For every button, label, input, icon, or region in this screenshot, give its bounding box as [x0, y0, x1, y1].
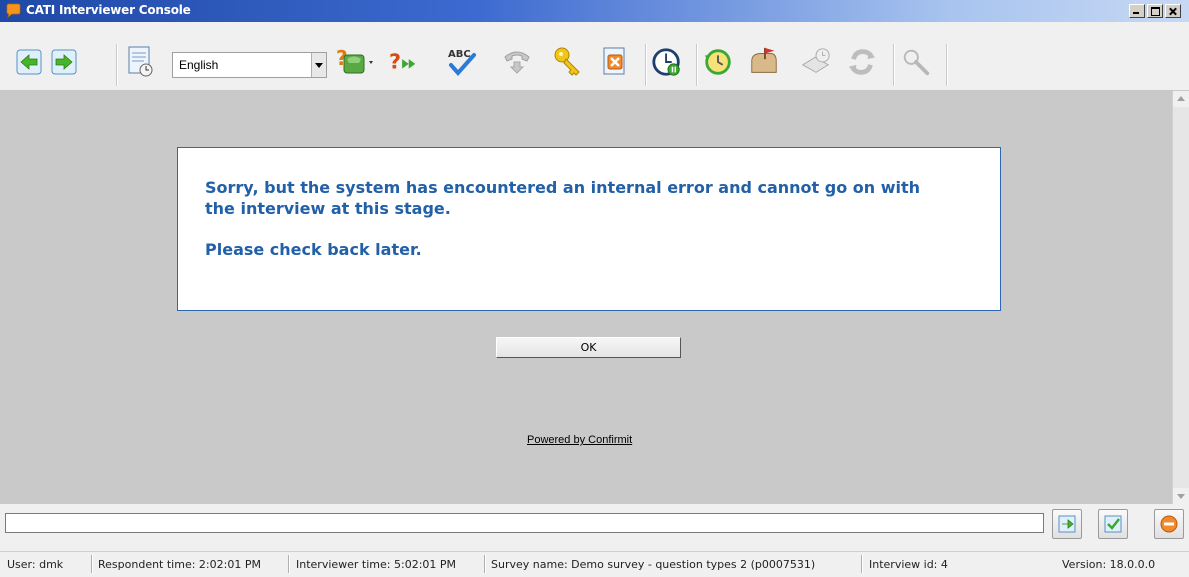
language-selected: English — [179, 58, 219, 72]
error-message-line2: the interview at this stage. — [205, 199, 451, 218]
status-survey-name: Survey name: Demo survey - question type… — [491, 558, 816, 571]
ok-button[interactable]: OK — [496, 337, 681, 358]
app-logo-icon — [6, 3, 21, 18]
hang-up-button[interactable] — [501, 45, 533, 79]
status-separator — [288, 555, 290, 573]
window-title: CATI Interviewer Console — [26, 3, 191, 17]
toolbar-separator — [116, 44, 118, 86]
toolbar-separator — [946, 44, 948, 86]
svg-text:?: ? — [389, 50, 401, 74]
status-interviewer-time: Interviewer time: 5:02:01 PM — [296, 558, 457, 571]
error-message-line1: Sorry, but the system has encountered an… — [205, 178, 921, 197]
document-x-icon — [603, 47, 625, 75]
command-input[interactable] — [5, 513, 1044, 533]
status-respondent-time: Respondent time: 2:02:01 PM — [98, 558, 261, 571]
chevron-down-icon[interactable] — [311, 53, 326, 77]
language-select[interactable]: English — [172, 52, 327, 78]
enter-arrow-icon — [1058, 515, 1076, 533]
status-interview-id: Interview id: 4 — [869, 558, 948, 571]
question-phone-icon: ? — [336, 46, 373, 74]
status-separator — [484, 555, 486, 573]
scroll-up-icon[interactable] — [1173, 91, 1189, 107]
maximize-button[interactable] — [1147, 4, 1163, 18]
content-area: Sorry, but the system has encountered an… — [0, 91, 1172, 504]
magnifier-icon — [903, 49, 930, 76]
error-dialog: Sorry, but the system has encountered an… — [177, 147, 1001, 311]
schedule-document-button[interactable] — [124, 45, 156, 79]
question-forward-icon: ? — [389, 50, 416, 74]
stop-icon — [1160, 515, 1178, 533]
vertical-scrollbar[interactable] — [1172, 91, 1189, 504]
clock-arrow-icon — [704, 49, 731, 75]
timer-button[interactable] — [651, 45, 683, 79]
toolbar-separator — [893, 44, 895, 86]
callback-button[interactable] — [702, 45, 734, 79]
key-icon — [554, 47, 580, 76]
toolbar-separator — [696, 44, 698, 86]
status-user: User: dmk — [7, 558, 64, 571]
document-clock-icon — [128, 46, 153, 77]
refresh-button[interactable] — [846, 45, 878, 79]
back-button[interactable] — [13, 45, 45, 79]
refresh-icon — [848, 49, 876, 75]
command-row — [0, 504, 1189, 546]
stop-button[interactable] — [1154, 509, 1184, 539]
clock-icon — [652, 48, 680, 76]
help-call-button[interactable]: ? — [334, 45, 376, 79]
status-version: Version: 18.0.0.0 — [1062, 558, 1156, 571]
error-message-line3: Please check back later. — [205, 240, 422, 259]
appointment-book-button[interactable] — [800, 45, 832, 79]
status-bar: User: dmk Respondent time: 2:02:01 PM In… — [0, 551, 1189, 577]
toolbar: English ? ? ABC — [0, 22, 1189, 91]
arrow-left-icon — [16, 49, 42, 75]
check-icon — [1104, 515, 1122, 533]
status-separator — [91, 555, 93, 573]
book-clock-icon — [801, 48, 830, 73]
minimize-button[interactable] — [1129, 4, 1145, 18]
toolbar-separator — [645, 44, 647, 86]
abc-check-icon: ABC — [448, 49, 476, 77]
status-separator — [861, 555, 863, 573]
title-bar: CATI Interviewer Console — [0, 0, 1189, 22]
scroll-down-icon[interactable] — [1173, 488, 1189, 504]
search-button[interactable] — [900, 45, 932, 79]
cancel-document-button[interactable] — [598, 45, 630, 79]
svg-text:ABC: ABC — [448, 49, 471, 60]
powered-by-link[interactable]: Powered by Confirmit — [527, 434, 632, 446]
window-controls — [1127, 4, 1181, 18]
phone-icon — [504, 51, 530, 74]
key-button[interactable] — [552, 45, 584, 79]
arrow-right-icon — [51, 49, 77, 75]
enter-button[interactable] — [1052, 509, 1082, 539]
forward-button[interactable] — [48, 45, 80, 79]
close-button[interactable] — [1165, 4, 1181, 18]
spellcheck-button[interactable]: ABC — [446, 45, 478, 79]
confirm-button[interactable] — [1098, 509, 1128, 539]
mailbox-icon — [751, 47, 777, 73]
mail-button[interactable] — [748, 45, 780, 79]
skip-button[interactable]: ? — [388, 45, 420, 79]
